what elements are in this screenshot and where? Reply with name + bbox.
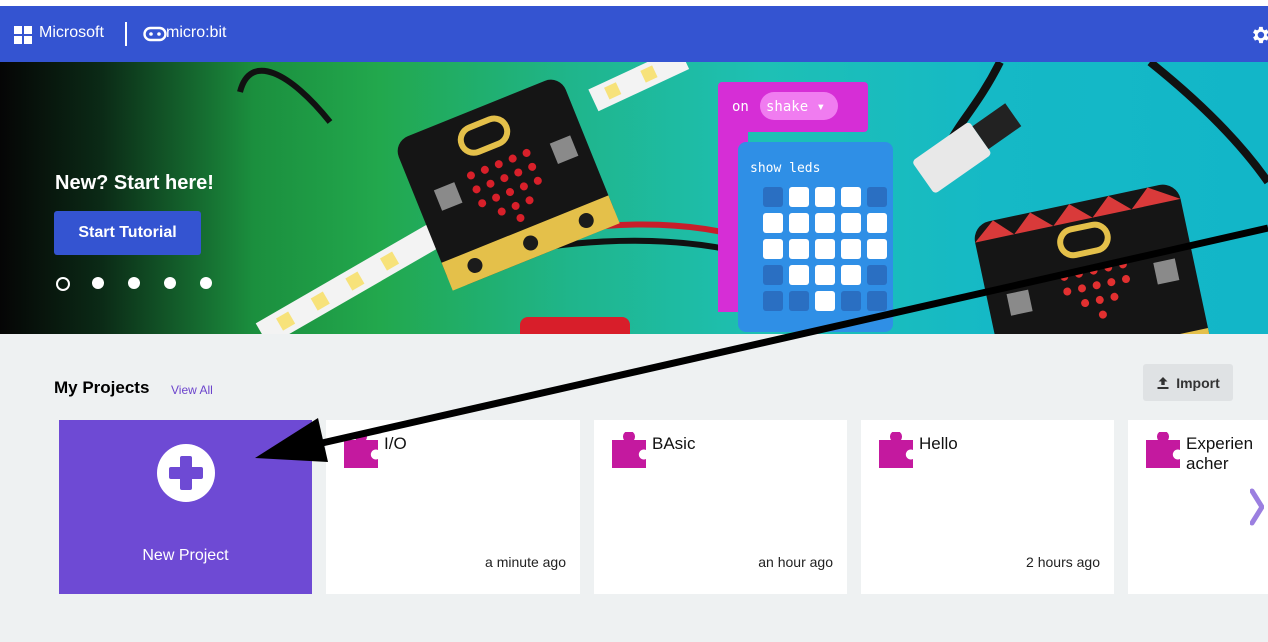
start-tutorial-button[interactable]: Start Tutorial — [54, 211, 201, 255]
import-label: Import — [1176, 374, 1220, 391]
hero-banner: on shake ▾ show leds New? Start here! St… — [0, 62, 1268, 334]
puzzle-piece-icon — [612, 432, 646, 468]
carousel-dot-4[interactable] — [164, 277, 176, 289]
puzzle-piece-icon — [879, 432, 913, 468]
project-card[interactable]: Hello 2 hours ago — [861, 420, 1114, 594]
project-name: Experien acher — [1186, 434, 1254, 473]
microsoft-logo-icon — [14, 26, 32, 44]
plus-icon — [157, 444, 215, 502]
carousel-dot-3[interactable] — [128, 277, 140, 289]
carousel-dot-2[interactable] — [92, 277, 104, 289]
upload-icon — [1157, 376, 1169, 389]
hero-title: New? Start here! — [55, 172, 214, 194]
gear-icon[interactable] — [1249, 24, 1268, 46]
new-project-card[interactable]: New Project — [59, 420, 312, 594]
carousel-dot-5[interactable] — [200, 277, 212, 289]
project-name: Hello — [919, 434, 958, 453]
svg-text:shake ▾: shake ▾ — [766, 99, 825, 115]
my-projects-heading: My Projects — [54, 378, 150, 397]
header-bar: Microsoft micro:bit — [0, 6, 1268, 62]
carousel-dot-1[interactable] — [56, 277, 70, 291]
microbit-logo-icon — [143, 26, 167, 42]
project-name: I/O — [384, 434, 407, 453]
puzzle-piece-icon — [1146, 432, 1180, 468]
svg-text:on: on — [732, 99, 749, 115]
project-name: BAsic — [652, 434, 696, 453]
import-button[interactable]: Import — [1143, 364, 1233, 401]
microsoft-label[interactable]: Microsoft — [39, 24, 104, 42]
puzzle-piece-icon — [344, 432, 378, 468]
hero-illustration: on shake ▾ show leds — [237, 62, 1268, 334]
project-time: 2 hours ago — [1026, 554, 1100, 570]
project-card[interactable]: I/O a minute ago — [326, 420, 580, 594]
project-time: a minute ago — [485, 554, 566, 570]
project-card[interactable]: Experien acher — [1128, 420, 1268, 594]
svg-text:show leds: show leds — [750, 161, 820, 176]
chevron-right-icon[interactable] — [1250, 487, 1264, 527]
view-all-link[interactable]: View All — [171, 383, 213, 397]
microbit-label[interactable]: micro:bit — [166, 24, 226, 42]
project-card[interactable]: BAsic an hour ago — [594, 420, 847, 594]
new-project-label: New Project — [142, 547, 229, 564]
brand-divider — [125, 22, 127, 46]
project-time: an hour ago — [758, 554, 833, 570]
